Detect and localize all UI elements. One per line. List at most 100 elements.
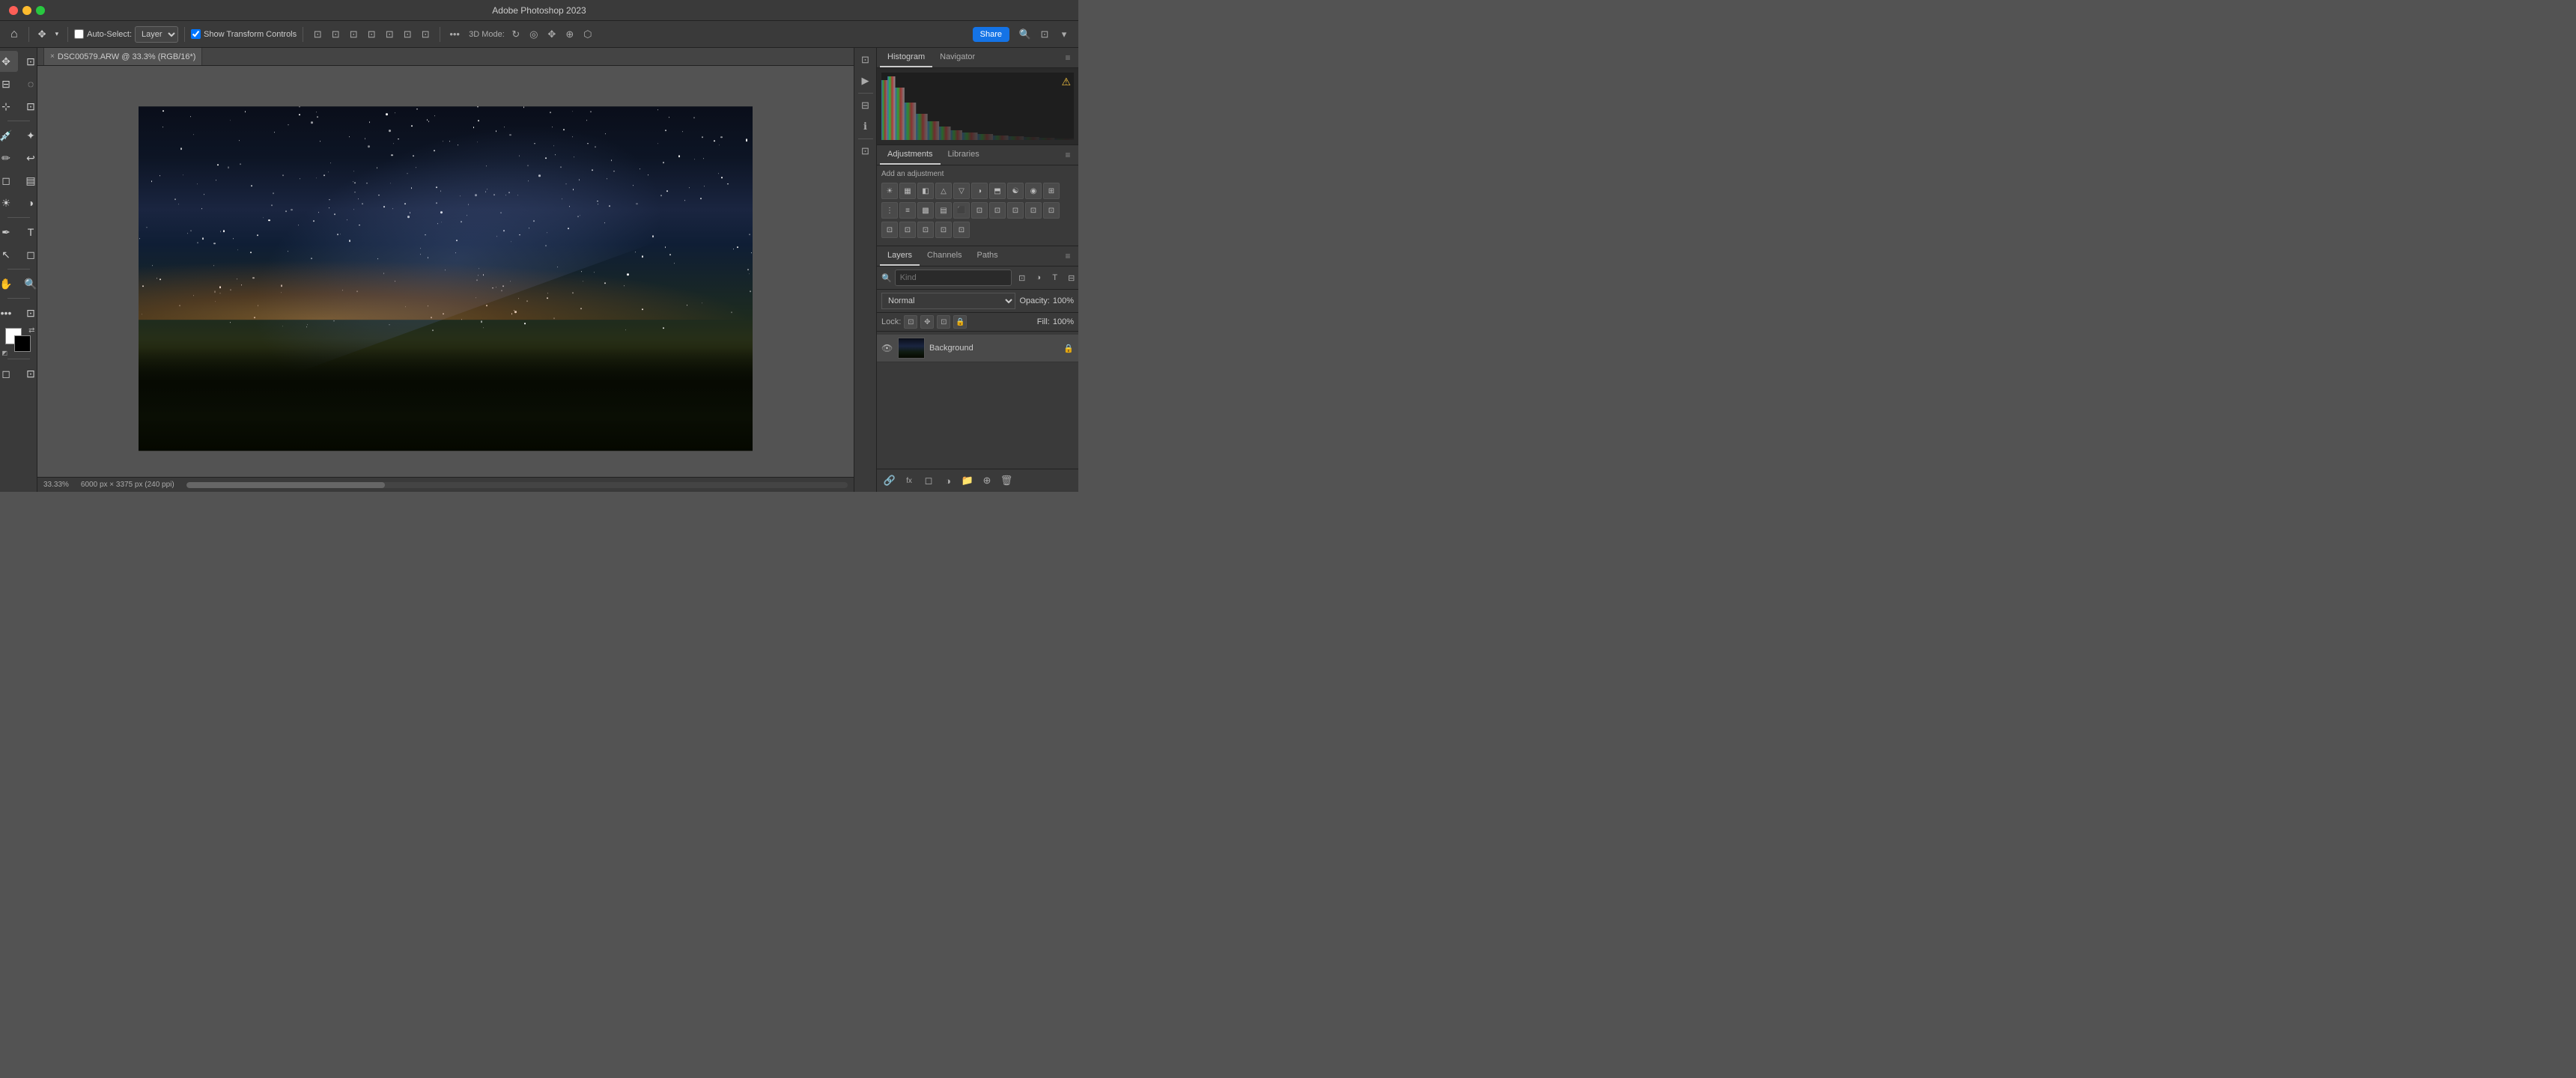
- filter-shape-button[interactable]: ⊟: [1064, 270, 1078, 285]
- adj-extra2-button[interactable]: ⊡: [989, 202, 1006, 219]
- tab-libraries[interactable]: Libraries: [941, 145, 987, 165]
- distribute-spacing-button[interactable]: ⊡: [417, 26, 434, 43]
- adj-photo-filter-button[interactable]: ◉: [1025, 183, 1042, 199]
- adj-extra5-button[interactable]: ⊡: [1043, 202, 1060, 219]
- screen-mode-alt-button[interactable]: ⊡: [19, 363, 37, 384]
- adj-vibrance-button[interactable]: ▽: [953, 183, 970, 199]
- auto-select-checkbox[interactable]: [74, 29, 84, 39]
- workspace-dropdown-button[interactable]: ▾: [1056, 26, 1072, 43]
- right-panel-icon-info[interactable]: ℹ: [857, 118, 875, 135]
- move-tool-dropdown[interactable]: ▾: [52, 25, 62, 43]
- align-right-button[interactable]: ⊡: [345, 26, 362, 43]
- move-tool-button[interactable]: ✥: [35, 25, 49, 43]
- zoom-tool[interactable]: 🔍: [19, 273, 37, 294]
- adj-extra1-button[interactable]: ⊡: [971, 202, 988, 219]
- search-button[interactable]: 🔍: [1017, 26, 1033, 43]
- delete-layer-button[interactable]: 🗑: [998, 472, 1015, 489]
- eyedropper-tool[interactable]: 💉: [0, 125, 18, 146]
- distribute-h-button[interactable]: ⊡: [399, 26, 416, 43]
- fill-value[interactable]: 100%: [1053, 317, 1074, 326]
- 3d-pan-button[interactable]: ✥: [544, 26, 560, 43]
- adj-levels-button[interactable]: ▦: [899, 183, 916, 199]
- new-layer-button[interactable]: ⊕: [979, 472, 995, 489]
- extra-tool[interactable]: ⊡: [19, 302, 37, 323]
- artboard-tool[interactable]: ⊡: [19, 51, 37, 72]
- adj-gradient-map-button[interactable]: ▤: [935, 202, 952, 219]
- move-tool[interactable]: ✥: [0, 51, 18, 72]
- adj-row3-2-button[interactable]: ⊡: [899, 222, 916, 238]
- adj-row3-1-button[interactable]: ⊡: [881, 222, 898, 238]
- right-panel-icon-more[interactable]: ⊡: [857, 142, 875, 160]
- tab-navigator[interactable]: Navigator: [932, 48, 982, 67]
- adj-posterize-button[interactable]: ≡: [899, 202, 916, 219]
- hand-tool[interactable]: ✋: [0, 273, 18, 294]
- tab-adjustments[interactable]: Adjustments: [880, 145, 941, 165]
- lock-all-button[interactable]: 🔒: [953, 315, 967, 329]
- lock-position-button[interactable]: ✥: [920, 315, 934, 329]
- right-panel-icon-history[interactable]: ⊡: [857, 51, 875, 69]
- more-tools-button[interactable]: •••: [0, 302, 18, 323]
- histogram-warning-icon[interactable]: ⚠: [1061, 76, 1071, 88]
- spot-heal-tool[interactable]: ✦: [19, 125, 37, 146]
- default-colors-icon[interactable]: ◩: [2, 350, 8, 356]
- adj-row3-3-button[interactable]: ⊡: [917, 222, 934, 238]
- dodge-tool[interactable]: ☀: [0, 192, 18, 213]
- adj-hsl-button[interactable]: ◑: [971, 183, 988, 199]
- share-button[interactable]: Share: [973, 27, 1009, 42]
- tab-close-icon[interactable]: ×: [50, 52, 55, 61]
- new-adjustment-button[interactable]: ◑: [940, 472, 956, 489]
- 3d-orbit-button[interactable]: ◎: [526, 26, 542, 43]
- blur-tool[interactable]: ◑: [19, 192, 37, 213]
- 3d-slide-button[interactable]: ⊕: [562, 26, 578, 43]
- blend-mode-select[interactable]: Normal: [881, 293, 1015, 309]
- adj-exposure-button[interactable]: △: [935, 183, 952, 199]
- home-button[interactable]: ⌂: [6, 25, 22, 43]
- marquee-tool[interactable]: ⊟: [0, 73, 18, 94]
- text-tool[interactable]: T: [19, 222, 37, 243]
- fx-button[interactable]: fx: [901, 472, 917, 489]
- gradient-tool[interactable]: ▤: [19, 170, 37, 191]
- adj-curves-button[interactable]: ◧: [917, 183, 934, 199]
- crop-tool[interactable]: ⊡: [19, 96, 37, 117]
- filter-text-button[interactable]: T: [1048, 270, 1063, 285]
- scroll-bar[interactable]: [186, 482, 848, 488]
- brush-tool[interactable]: ✏: [0, 147, 18, 168]
- layers-menu-button[interactable]: ≡: [1060, 249, 1075, 264]
- new-group-button[interactable]: 📁: [959, 472, 976, 489]
- adj-extra4-button[interactable]: ⊡: [1025, 202, 1042, 219]
- canvas-scroll-area[interactable]: [37, 66, 854, 477]
- distribute-v-button[interactable]: ⊡: [381, 26, 398, 43]
- lasso-tool[interactable]: ◌: [19, 73, 37, 94]
- align-left-button[interactable]: ⊡: [309, 26, 326, 43]
- minimize-window-button[interactable]: [22, 6, 31, 15]
- shape-tool[interactable]: ◻: [19, 244, 37, 265]
- pen-tool[interactable]: ✒: [0, 222, 18, 243]
- lock-pixels-button[interactable]: ⊡: [904, 315, 917, 329]
- transform-controls-label[interactable]: Show Transform Controls: [191, 29, 297, 39]
- magic-wand-tool[interactable]: ⊹: [0, 96, 18, 117]
- adj-threshold-button[interactable]: ▩: [917, 202, 934, 219]
- swap-colors-icon[interactable]: ⇄: [28, 326, 34, 335]
- adj-channel-mix-button[interactable]: ⊞: [1043, 183, 1060, 199]
- maximize-window-button[interactable]: [36, 6, 45, 15]
- background-color-swatch[interactable]: [14, 335, 31, 352]
- align-center-h-button[interactable]: ⊡: [327, 26, 344, 43]
- link-layers-button[interactable]: 🔗: [881, 472, 898, 489]
- auto-select-label[interactable]: Auto-Select:: [74, 29, 132, 39]
- adj-invert-button[interactable]: ⋮: [881, 202, 898, 219]
- workspace-layout-button[interactable]: ⊡: [1036, 26, 1053, 43]
- layers-search-input[interactable]: [895, 270, 1012, 286]
- close-window-button[interactable]: [9, 6, 18, 15]
- transform-controls-checkbox[interactable]: [191, 29, 201, 39]
- screen-mode-button[interactable]: ◻: [0, 363, 18, 384]
- filter-pixel-button[interactable]: ⊡: [1015, 270, 1030, 285]
- tab-histogram[interactable]: Histogram: [880, 48, 932, 67]
- adj-row3-4-button[interactable]: ⊡: [935, 222, 952, 238]
- layer-item-background[interactable]: 👁 Background 🔒: [877, 335, 1078, 362]
- lock-artboard-button[interactable]: ⊡: [937, 315, 950, 329]
- more-options-button[interactable]: •••: [446, 26, 463, 43]
- canvas-tab[interactable]: × DSC00579.ARW @ 33.3% (RGB/16*): [43, 48, 202, 65]
- add-mask-button[interactable]: ◻: [920, 472, 937, 489]
- adj-extra3-button[interactable]: ⊡: [1007, 202, 1024, 219]
- adj-row3-5-button[interactable]: ⊡: [953, 222, 970, 238]
